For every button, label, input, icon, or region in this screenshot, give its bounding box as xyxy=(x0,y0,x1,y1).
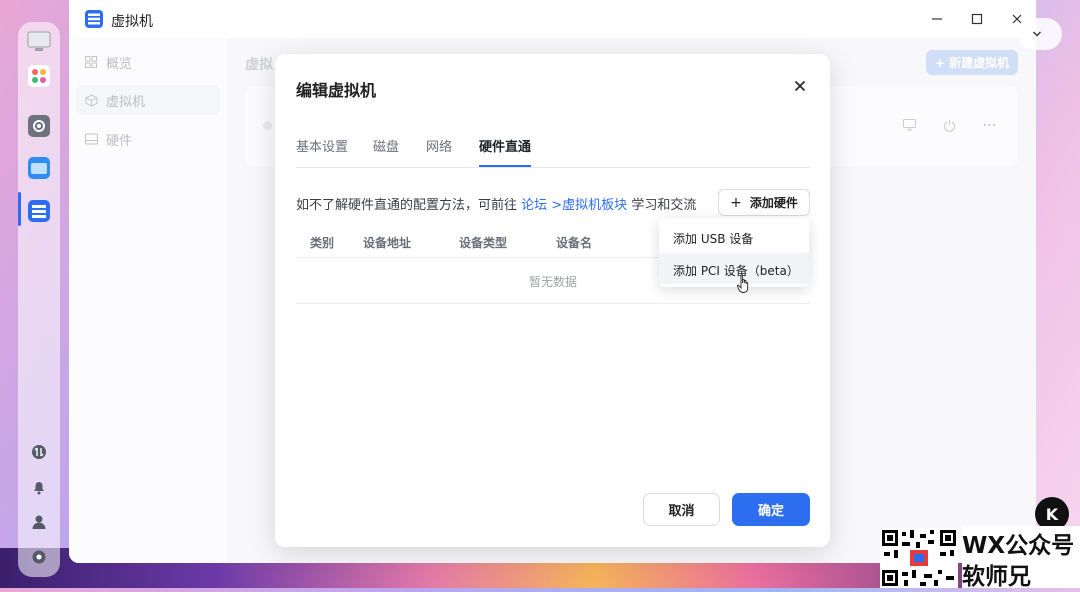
desktop-top-right-control[interactable] xyxy=(1018,18,1062,50)
dialog-tabs: 基本设置 磁盘 网络 硬件直通 xyxy=(296,134,810,168)
info-suffix: 学习和交流 xyxy=(631,198,697,213)
column-header-device-name: 设备名 xyxy=(556,236,593,250)
virtual-machine-app-icon[interactable] xyxy=(27,199,51,223)
minimize-button[interactable] xyxy=(926,9,948,29)
transfer-icon[interactable] xyxy=(31,444,47,460)
add-hardware-dropdown: 添加 USB 设备 添加 PCI 设备（beta） xyxy=(659,218,809,287)
system-settings-icon[interactable] xyxy=(31,549,47,565)
watermark-text: WX公众号 软师兄 xyxy=(962,526,1080,590)
tab-basic-settings[interactable]: 基本设置 xyxy=(296,136,348,166)
tab-hardware-passthrough[interactable]: 硬件直通 xyxy=(479,136,532,167)
titlebar: 虚拟机 xyxy=(69,0,1036,38)
add-hardware-button[interactable]: + 添加硬件 xyxy=(718,189,810,216)
cancel-button[interactable]: 取消 xyxy=(643,493,720,526)
plus-icon: + xyxy=(730,194,742,211)
add-usb-device-option[interactable]: 添加 USB 设备 xyxy=(659,221,809,252)
column-header-device-type: 设备类型 xyxy=(459,236,508,250)
info-prefix: 如不了解硬件直通的配置方法，可前往 xyxy=(296,198,518,213)
add-pci-device-option[interactable]: 添加 PCI 设备（beta） xyxy=(659,253,809,284)
menu-item-label: 添加 USB 设备 xyxy=(673,232,754,246)
add-hardware-label: 添加硬件 xyxy=(749,196,798,210)
active-app-indicator xyxy=(18,192,21,226)
column-header-category: 类别 xyxy=(310,236,335,250)
passthrough-info-text: 如不了解硬件直通的配置方法，可前往 论坛 >虚拟机板块 学习和交流 xyxy=(296,194,696,213)
dock xyxy=(18,22,60,577)
watermark-line1: WX公众号 xyxy=(962,533,1075,559)
maximize-button[interactable] xyxy=(966,9,988,29)
monitor-app-icon[interactable] xyxy=(27,30,51,54)
close-icon xyxy=(794,80,806,92)
notification-bell-icon[interactable] xyxy=(31,479,47,495)
confirm-button[interactable]: 确定 xyxy=(732,493,810,526)
settings-gear-icon[interactable] xyxy=(27,114,51,138)
vm-app-title-icon xyxy=(85,10,103,28)
qr-code-image xyxy=(880,528,958,588)
files-icon[interactable] xyxy=(27,156,51,180)
tab-disk[interactable]: 磁盘 xyxy=(373,136,399,166)
app-center-icon[interactable] xyxy=(27,64,51,88)
watermark-line2: 软师兄 xyxy=(962,564,1031,590)
dialog-close-button[interactable] xyxy=(790,76,810,96)
edit-vm-dialog: 编辑虚拟机 基本设置 磁盘 网络 硬件直通 如不了解硬件直通的配置方法，可前往 … xyxy=(275,54,830,547)
column-header-address: 设备地址 xyxy=(363,236,412,250)
user-icon[interactable] xyxy=(31,514,47,530)
tab-network[interactable]: 网络 xyxy=(426,136,452,166)
dialog-title: 编辑虚拟机 xyxy=(296,81,377,100)
hand-pointer-cursor-icon xyxy=(737,274,751,294)
window-title: 虚拟机 xyxy=(111,14,153,30)
chevron-down-icon xyxy=(1032,27,1042,41)
menu-item-label: 添加 PCI 设备（beta） xyxy=(673,264,799,278)
forum-link[interactable]: 论坛 >虚拟机板块 xyxy=(521,198,627,213)
